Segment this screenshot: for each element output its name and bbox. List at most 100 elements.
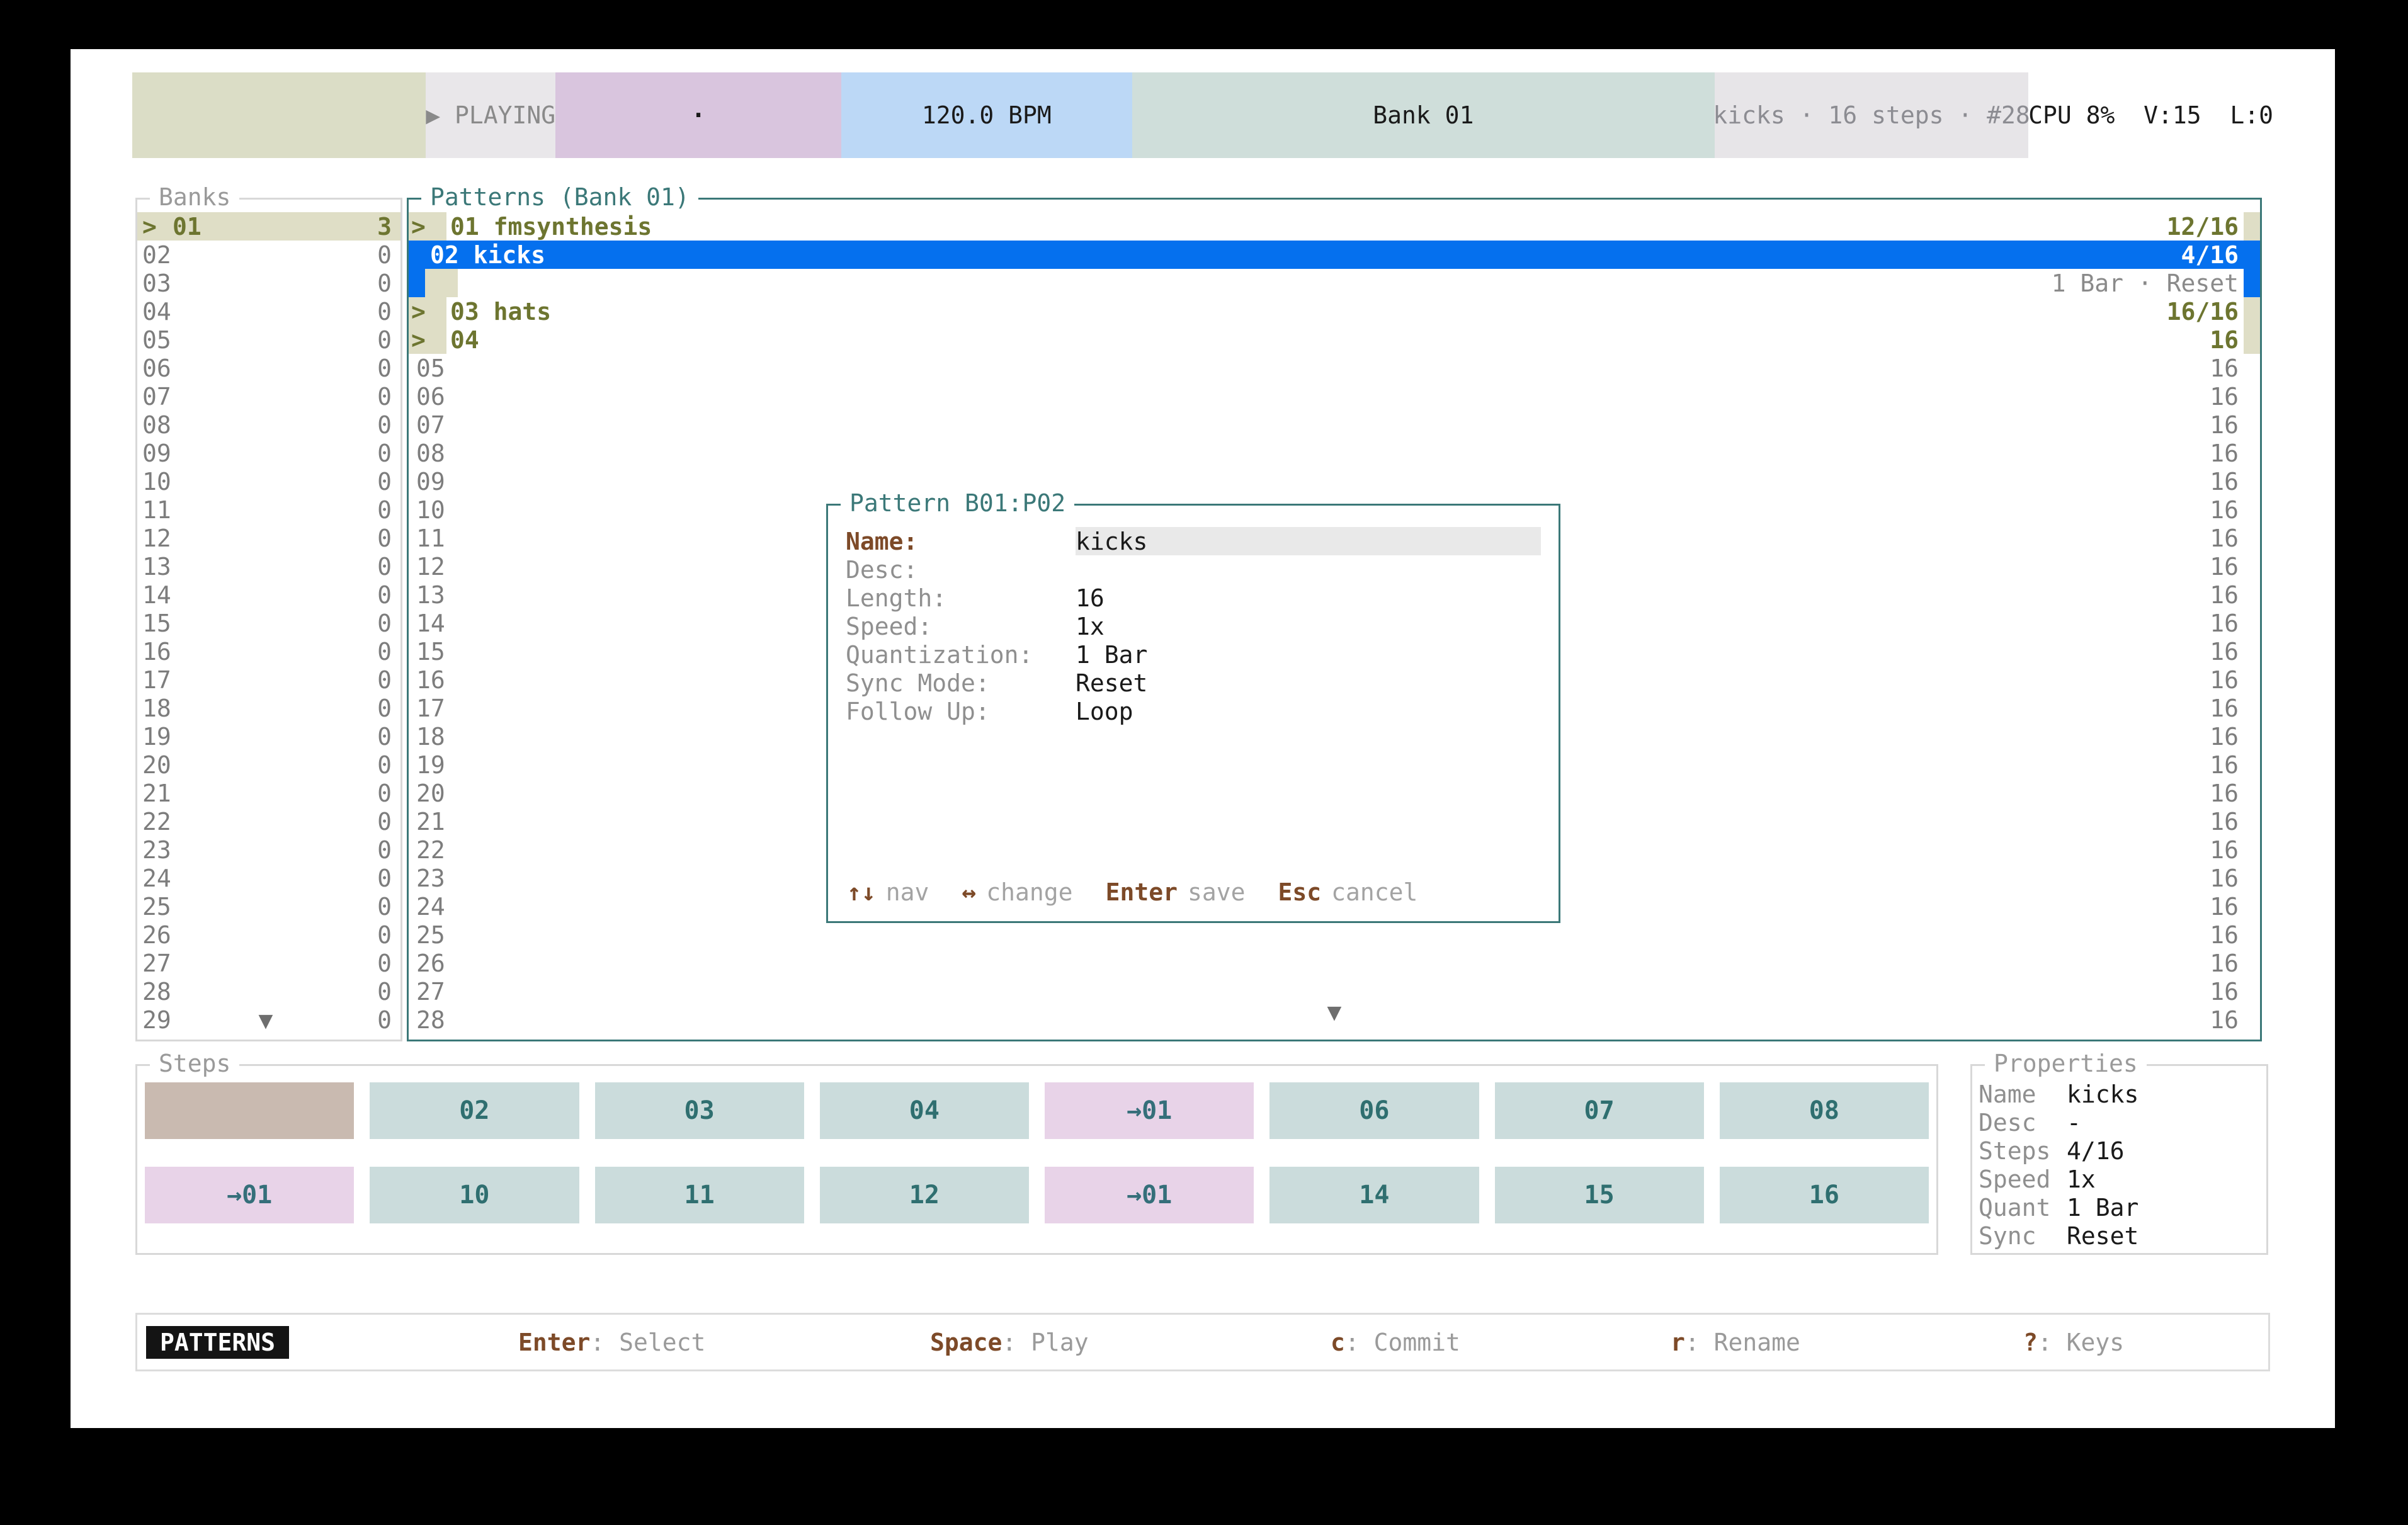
patterns-scrollbar[interactable] xyxy=(2244,722,2260,751)
bank-row[interactable]: 12 0 xyxy=(137,524,400,552)
field-value[interactable]: kicks xyxy=(1076,527,1541,555)
bank-row[interactable]: 11 0 xyxy=(137,496,400,524)
bank-row[interactable]: 27 0 xyxy=(137,949,400,977)
patterns-scrollbar[interactable] xyxy=(2244,892,2260,921)
bank-row[interactable]: 20 0 xyxy=(137,751,400,779)
pattern-edit-field[interactable]: Length: 16 xyxy=(846,584,1541,612)
bank-row[interactable]: 24 0 xyxy=(137,864,400,892)
patterns-scrollbar[interactable] xyxy=(2244,297,2260,326)
pattern-row[interactable]: 25 16 xyxy=(409,921,2260,949)
bank-row[interactable]: 02 0 xyxy=(137,241,400,269)
pattern-edit-field[interactable]: Desc: xyxy=(846,555,1541,584)
patterns-scrollbar[interactable] xyxy=(2244,212,2260,241)
pattern-row[interactable]: 1 Bar · Reset xyxy=(409,269,2260,297)
step-cell[interactable]: →01 xyxy=(1045,1082,1254,1139)
field-value[interactable]: Loop xyxy=(1076,698,1541,725)
bank-row[interactable]: 07 0 xyxy=(137,382,400,411)
bank-row[interactable]: 18 0 xyxy=(137,694,400,722)
step-cell[interactable]: 15 xyxy=(1495,1167,1704,1223)
step-cell[interactable]: 16 xyxy=(1720,1167,1929,1223)
bank-row[interactable]: 16 0 xyxy=(137,637,400,666)
patterns-scrollbar[interactable] xyxy=(2244,864,2260,892)
step-cell[interactable]: 06 xyxy=(1269,1082,1479,1139)
step-cell[interactable]: 07 xyxy=(1495,1082,1704,1139)
step-cell[interactable]: 11 xyxy=(595,1167,804,1223)
patterns-scrollbar[interactable] xyxy=(2244,921,2260,949)
bank-row[interactable]: 15 0 xyxy=(137,609,400,637)
pattern-row[interactable]: 26 16 xyxy=(409,949,2260,977)
pattern-row[interactable]: 07 16 xyxy=(409,411,2260,439)
patterns-scrollbar[interactable] xyxy=(2244,269,2260,297)
bank-row[interactable]: 14 0 xyxy=(137,581,400,609)
field-value[interactable]: 1x xyxy=(1076,613,1541,640)
patterns-scrollbar[interactable] xyxy=(2244,552,2260,581)
key-action: : Play xyxy=(1002,1329,1088,1356)
patterns-scrollbar[interactable] xyxy=(2244,807,2260,836)
bank-row[interactable]: 13 0 xyxy=(137,552,400,581)
bank-row[interactable]: 29 ▼ 0 xyxy=(137,1006,400,1034)
pattern-row[interactable]: 02 kicks 4/16 xyxy=(409,241,2260,269)
patterns-scrollbar[interactable] xyxy=(2244,779,2260,807)
step-cell[interactable]: 03 xyxy=(595,1082,804,1139)
field-value[interactable]: Reset xyxy=(1076,669,1541,697)
pattern-row[interactable]: 09 16 xyxy=(409,467,2260,496)
bank-row[interactable]: 10 0 xyxy=(137,467,400,496)
bank-row[interactable]: 09 0 xyxy=(137,439,400,467)
step-cell[interactable] xyxy=(145,1082,354,1139)
step-cell[interactable]: 14 xyxy=(1269,1167,1479,1223)
pattern-row[interactable]: 06 16 xyxy=(409,382,2260,411)
step-cell[interactable]: 04 xyxy=(820,1082,1029,1139)
bank-row[interactable]: 05 0 xyxy=(137,326,400,354)
bank-row[interactable]: 03 0 xyxy=(137,269,400,297)
bank-row[interactable]: 22 0 xyxy=(137,807,400,836)
pattern-row[interactable]: 05 16 xyxy=(409,354,2260,382)
bank-row[interactable]: 19 0 xyxy=(137,722,400,751)
patterns-scrollbar[interactable] xyxy=(2244,241,2260,269)
patterns-scrollbar[interactable] xyxy=(2244,666,2260,694)
pattern-row[interactable]: 08 16 xyxy=(409,439,2260,467)
bank-row[interactable]: 23 0 xyxy=(137,836,400,864)
patterns-scrollbar[interactable] xyxy=(2244,496,2260,524)
patterns-scrollbar[interactable] xyxy=(2244,354,2260,382)
patterns-scrollbar[interactable] xyxy=(2244,637,2260,666)
bank-row[interactable]: 06 0 xyxy=(137,354,400,382)
step-cell[interactable]: 08 xyxy=(1720,1082,1929,1139)
step-cell[interactable]: 12 xyxy=(820,1167,1029,1223)
step-cell[interactable]: 02 xyxy=(370,1082,579,1139)
pattern-edit-field[interactable]: Sync Mode: Reset xyxy=(846,669,1541,697)
bank-row[interactable]: 21 0 xyxy=(137,779,400,807)
patterns-scrollbar[interactable] xyxy=(2244,326,2260,354)
patterns-scrollbar[interactable] xyxy=(2244,1006,2260,1034)
bank-row[interactable]: 26 0 xyxy=(137,921,400,949)
patterns-scrollbar[interactable] xyxy=(2244,439,2260,467)
patterns-scrollbar[interactable] xyxy=(2244,382,2260,411)
field-value[interactable]: 16 xyxy=(1076,584,1541,612)
step-cell[interactable]: →01 xyxy=(1045,1167,1254,1223)
pattern-row[interactable]: > 01 fmsynthesis 12/16 xyxy=(409,212,2260,241)
bank-row[interactable]: 04 0 xyxy=(137,297,400,326)
patterns-scrollbar[interactable] xyxy=(2244,581,2260,609)
field-value[interactable]: 1 Bar xyxy=(1076,641,1541,669)
patterns-scrollbar[interactable] xyxy=(2244,609,2260,637)
patterns-scrollbar[interactable] xyxy=(2244,949,2260,977)
bank-row[interactable]: 25 0 xyxy=(137,892,400,921)
patterns-scrollbar[interactable] xyxy=(2244,751,2260,779)
patterns-scrollbar[interactable] xyxy=(2244,467,2260,496)
pattern-edit-field[interactable]: Follow Up: Loop xyxy=(846,697,1541,725)
bank-row[interactable]: 28 0 xyxy=(137,977,400,1006)
patterns-scrollbar[interactable] xyxy=(2244,694,2260,722)
bank-row[interactable]: 08 0 xyxy=(137,411,400,439)
step-cell[interactable]: →01 xyxy=(145,1167,354,1223)
pattern-edit-field[interactable]: Name: kicks xyxy=(846,527,1541,555)
pattern-row[interactable]: > 04 16 xyxy=(409,326,2260,354)
patterns-scrollbar[interactable] xyxy=(2244,411,2260,439)
patterns-scrollbar[interactable] xyxy=(2244,524,2260,552)
bank-row[interactable]: > 01 3 xyxy=(137,212,400,241)
bank-row[interactable]: 17 0 xyxy=(137,666,400,694)
patterns-scrollbar[interactable] xyxy=(2244,977,2260,1006)
pattern-edit-field[interactable]: Quantization: 1 Bar xyxy=(846,640,1541,669)
pattern-edit-field[interactable]: Speed: 1x xyxy=(846,612,1541,640)
pattern-row[interactable]: > 03 hats 16/16 xyxy=(409,297,2260,326)
step-cell[interactable]: 10 xyxy=(370,1167,579,1223)
patterns-scrollbar[interactable] xyxy=(2244,836,2260,864)
